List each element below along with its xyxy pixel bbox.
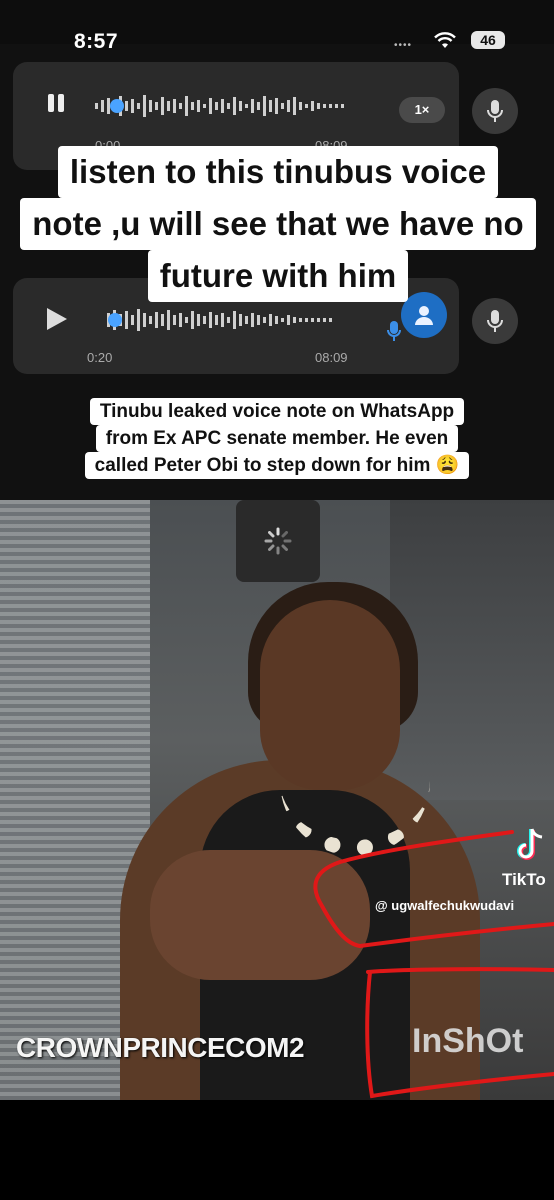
small-microphone-icon [387, 321, 401, 341]
watermark-crownprince: CROWNPRINCECOM2 [16, 1032, 305, 1063]
status-bar: 8:57 •••• 46 [0, 0, 554, 53]
microphone-icon [487, 100, 503, 122]
caption-middle-line-1: Tinubu leaked voice note on WhatsApp [89, 398, 465, 425]
playback-speed-button[interactable]: 1× [399, 97, 445, 123]
loading-overlay [236, 500, 320, 582]
caption-top-line-3: future with him [147, 250, 409, 302]
play-icon[interactable] [47, 308, 67, 330]
wifi-icon [434, 32, 456, 48]
caption-middle: Tinubu leaked voice note on WhatsApp fro… [0, 398, 554, 479]
caption-middle-line-3: called Peter Obi to step down for him 😩 [84, 452, 470, 479]
caption-top-line-2: note ,u will see that we have no [20, 198, 536, 250]
caption-top-line-1: listen to this tinubus voice [57, 146, 499, 198]
loading-spinner-icon [264, 527, 292, 555]
caption-middle-line-2: from Ex APC senate member. He even [95, 425, 459, 452]
waveform[interactable] [95, 90, 375, 122]
pause-icon[interactable] [45, 92, 67, 114]
mic-button-1[interactable] [472, 88, 518, 134]
battery-icon: 46 [471, 31, 505, 49]
mic-button-2[interactable] [472, 298, 518, 344]
person-icon [415, 306, 433, 325]
red-annotation-scribble [313, 830, 554, 1099]
status-time: 8:57 [74, 30, 119, 53]
caption-top: listen to this tinubus voice note ,u wil… [8, 146, 548, 302]
bottom-bar [0, 1100, 554, 1200]
microphone-icon [487, 310, 503, 332]
waveform-2[interactable] [93, 304, 383, 336]
voice-note-2-duration: 08:09 [315, 350, 348, 365]
cellular-signal-icon: •••• [394, 40, 413, 51]
voice-note-2-elapsed: 0:20 [87, 350, 113, 365]
person-head [260, 600, 400, 790]
